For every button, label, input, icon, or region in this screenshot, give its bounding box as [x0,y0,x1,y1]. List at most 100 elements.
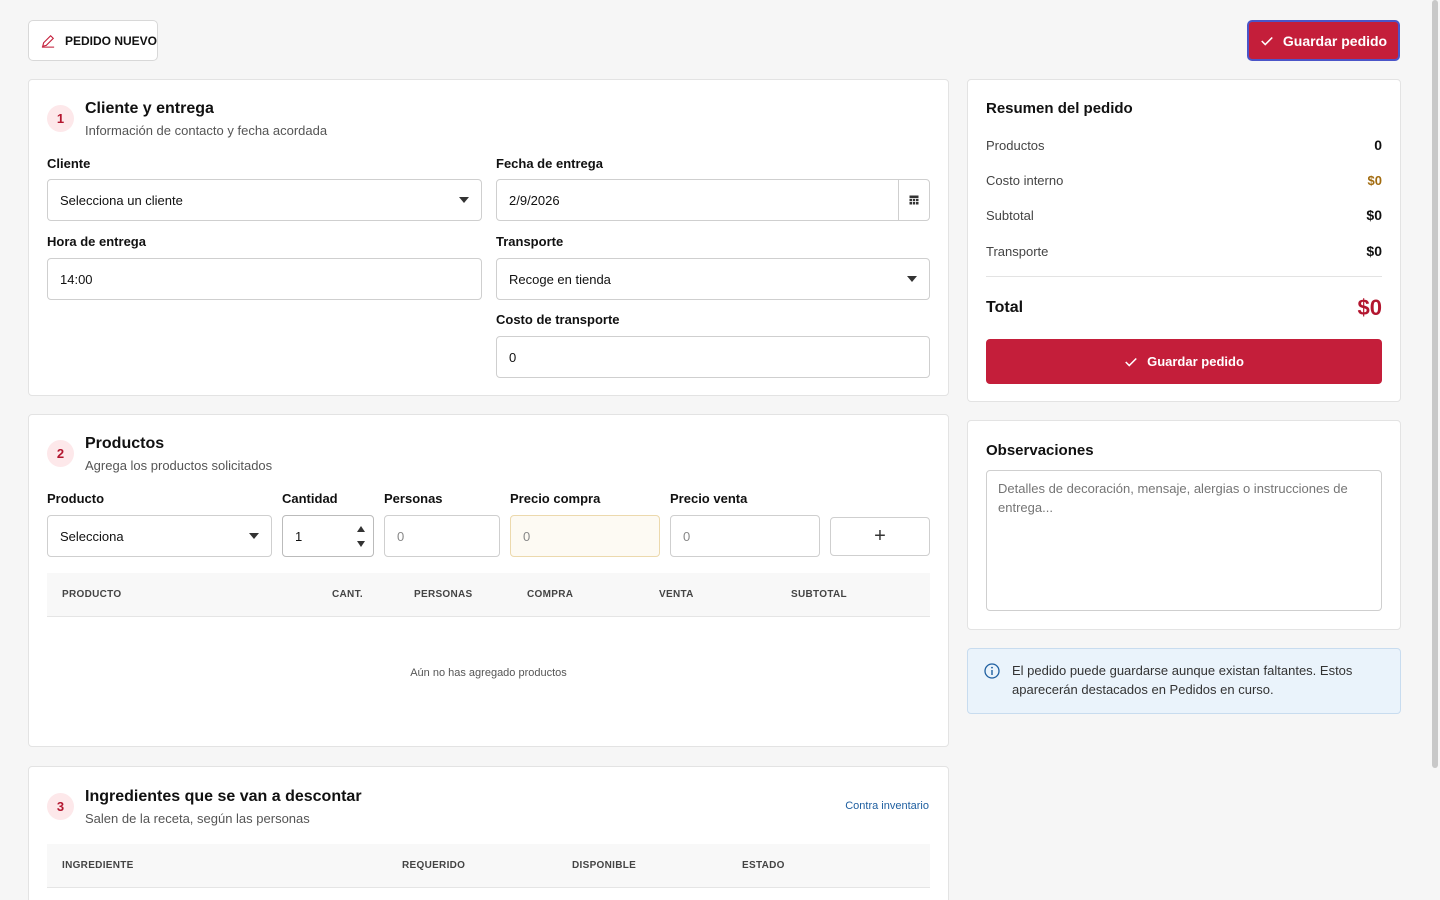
total-label: Total [986,299,1024,316]
summary-row-subtotal: Subtotal $0 [986,205,1382,225]
new-order-label: PEDIDO NUEVO [65,33,158,48]
summary-label: Subtotal [986,207,1034,223]
summary-label: Transporte [986,243,1049,259]
summary-total: Total $0 [986,295,1382,321]
section-subtitle: Salen de la receta, según las personas [85,811,310,826]
sell-price-label: Precio venta [670,491,748,506]
delivery-date-input[interactable]: 2/9/2026 [496,179,930,221]
empty-products-message: Aún no has agregado productos [410,667,567,679]
summary-value: 0 [1374,137,1382,153]
total-value: $0 [1357,295,1382,320]
column-header: COMPRA [527,589,574,600]
notes-card: Observaciones [967,420,1401,630]
transport-select-value: Recoge en tienda [509,271,611,287]
summary-value: $0 [1366,243,1382,259]
quantity-stepper[interactable]: 1 [282,515,374,557]
transport-cost-value: 0 [509,349,517,365]
product-select[interactable]: Selecciona [47,515,272,557]
products-card: 2 Productos Agrega los productos solicit… [28,414,949,747]
sell-price-input[interactable]: 0 [670,515,820,557]
chevron-down-icon [459,197,469,203]
info-text: El pedido puede guardarse aunque existan… [1012,663,1353,697]
calendar-icon [909,195,919,205]
section-subtitle: Información de contacto y fecha acordada [85,123,328,138]
summary-value: $0 [1367,172,1382,188]
transport-label: Transporte [496,234,564,249]
summary-label: Costo interno [986,172,1064,188]
section-subtitle: Agrega los productos solicitados [85,458,273,473]
new-order-badge: PEDIDO NUEVO [28,20,158,61]
notes-title: Observaciones [986,442,1094,459]
chevron-down-icon [249,533,259,539]
pencil-icon [41,34,55,48]
arrow-down-icon[interactable] [357,540,365,547]
client-delivery-card: 1 Cliente y entrega Información de conta… [28,79,949,396]
plus-icon: + [874,525,886,547]
info-icon [984,663,1000,679]
client-select-value: Selecciona un cliente [60,192,183,208]
delivery-time-input[interactable]: 14:00 [47,258,482,300]
save-order-button-top[interactable]: Guardar pedido [1247,20,1400,61]
check-icon [1261,36,1273,46]
calendar-button[interactable] [898,179,929,221]
column-header: REQUERIDO [402,860,466,871]
column-header: ESTADO [742,860,785,871]
transport-cost-input[interactable]: 0 [496,336,930,378]
transport-cost-label: Costo de transporte [496,312,620,327]
summary-value: $0 [1366,207,1382,223]
save-order-label: Guardar pedido [1147,354,1244,369]
quantity-label: Cantidad [282,491,338,506]
client-label: Cliente [47,156,91,171]
ingredients-card: 3 Ingredientes que se van a descontar Sa… [28,766,949,900]
summary-divider [986,276,1382,277]
save-order-button[interactable]: Guardar pedido [986,339,1382,384]
client-select[interactable]: Selecciona un cliente [47,179,482,221]
column-header: DISPONIBLE [572,860,637,871]
save-order-label: Guardar pedido [1282,32,1388,49]
notes-textarea[interactable] [986,470,1382,611]
quantity-stepper-buttons[interactable] [348,515,374,557]
people-label: Personas [384,491,443,506]
transport-select[interactable]: Recoge en tienda [496,258,930,300]
summary-row-internal-cost: Costo interno $0 [986,170,1382,190]
buy-price-input[interactable]: 0 [510,515,660,557]
buy-price-placeholder: 0 [523,528,531,544]
top-bar: PEDIDO NUEVO Guardar pedido [28,20,1400,61]
section-title: Productos [85,435,165,452]
time-label: Hora de entrega [47,234,146,249]
order-summary-card: Resumen del pedido Productos 0 Costo int… [967,79,1401,402]
buy-price-label: Precio compra [510,491,601,506]
add-product-button[interactable]: + [830,517,930,556]
summary-label: Productos [986,137,1045,153]
column-header: PERSONAS [414,589,473,600]
inventory-link[interactable]: Contra inventario [845,800,929,812]
products-table-header: PRODUCTO CANT. PERSONAS COMPRA VENTA SUB… [47,573,930,617]
ingredients-table-header: INGREDIENTE REQUERIDO DISPONIBLE ESTADO [47,844,930,888]
step-number: 3 [47,793,74,820]
product-select-value: Selecciona [60,528,124,544]
step-number: 1 [47,105,74,132]
section-title: Ingredientes que se van a descontar [85,788,362,805]
info-banner: El pedido puede guardarse aunque existan… [967,648,1401,714]
quantity-value: 1 [295,528,303,544]
check-icon [1125,357,1137,367]
date-label: Fecha de entrega [496,156,603,171]
product-label: Producto [47,491,105,506]
column-header: CANT. [332,589,363,600]
delivery-time-value: 14:00 [60,271,93,287]
column-header: INGREDIENTE [62,860,134,871]
step-number: 2 [47,440,74,467]
arrow-up-icon[interactable] [357,525,365,532]
page-scrollbar[interactable] [1432,0,1438,768]
chevron-down-icon [907,276,917,282]
people-placeholder: 0 [397,528,405,544]
column-header: PRODUCTO [62,589,122,600]
summary-title: Resumen del pedido [986,100,1133,117]
delivery-date-value: 2/9/2026 [509,192,560,208]
column-header: SUBTOTAL [791,589,847,600]
section-title: Cliente y entrega [85,100,214,117]
column-header: VENTA [659,589,694,600]
sell-price-placeholder: 0 [683,528,691,544]
summary-row-transport: Transporte $0 [986,241,1382,261]
people-input[interactable]: 0 [384,515,500,557]
